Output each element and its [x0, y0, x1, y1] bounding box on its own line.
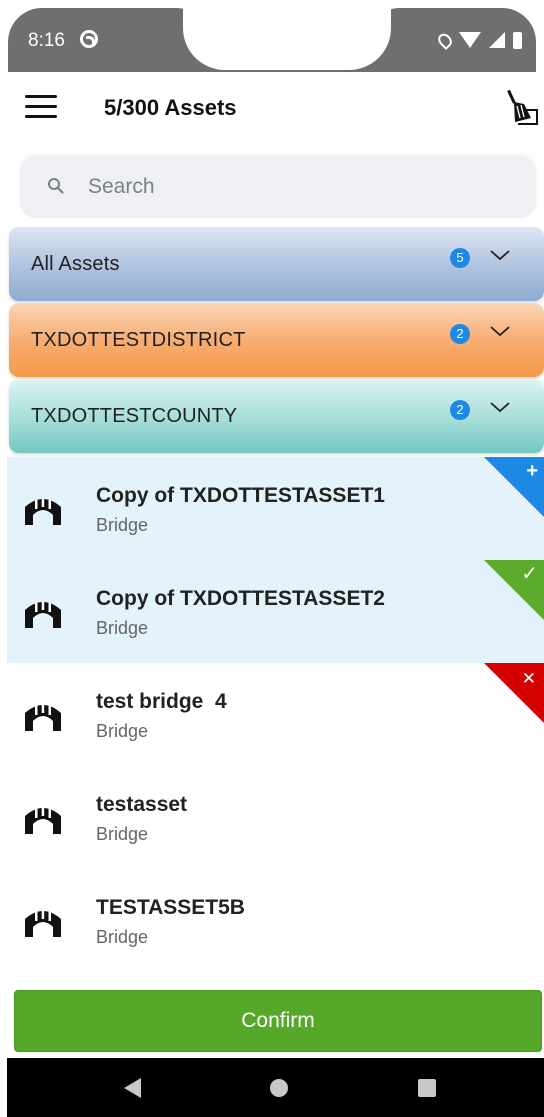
close-icon: ✕: [521, 669, 536, 688]
bridge-icon: [25, 498, 61, 525]
location-icon: [435, 30, 455, 50]
list-item[interactable]: TESTASSET5B Bridge: [7, 869, 544, 972]
check-icon: ✓: [521, 563, 538, 585]
signal-icon: [489, 32, 505, 48]
list-item[interactable]: test bridge 4 Bridge ✕: [7, 663, 544, 766]
group-label: TXDOTTESTDISTRICT: [31, 329, 246, 351]
battery-icon: [513, 31, 522, 49]
asset-type: Bridge: [96, 721, 149, 741]
asset-name: test bridge 4: [96, 690, 227, 713]
bridge-icon: [25, 910, 61, 937]
list-item[interactable]: testasset Bridge: [7, 766, 544, 869]
group-label: TXDOTTESTCOUNTY: [31, 405, 238, 427]
chevron-down-icon[interactable]: [489, 247, 511, 263]
group-label: All Assets: [31, 253, 120, 275]
app-header: 5/300 Assets: [0, 72, 544, 146]
camera-notch: [183, 0, 391, 70]
bridge-icon: [25, 704, 61, 731]
bridge-icon: [25, 601, 61, 628]
list-item[interactable]: Copy of TXDOTTESTASSET1 Bridge +: [7, 457, 544, 560]
group-all-assets[interactable]: All Assets 5: [9, 227, 544, 301]
wifi-icon: [459, 32, 481, 48]
asset-name: Copy of TXDOTTESTASSET1: [96, 484, 385, 507]
recent-apps-icon[interactable]: [418, 1079, 436, 1097]
confirm-button[interactable]: Confirm: [14, 990, 542, 1052]
search-icon: [48, 178, 64, 194]
status-icons: [435, 30, 522, 50]
search-box: [20, 156, 536, 218]
asset-type: Bridge: [96, 515, 149, 535]
back-icon[interactable]: [124, 1078, 141, 1098]
count-badge: 5: [450, 248, 470, 268]
bridge-icon: [25, 807, 61, 834]
asset-name: TESTASSET5B: [96, 896, 245, 919]
asset-type: Bridge: [96, 618, 149, 638]
status-bar: 8:16: [0, 0, 544, 72]
count-badge: 2: [450, 400, 470, 420]
chevron-down-icon[interactable]: [489, 399, 511, 415]
search-input[interactable]: [88, 156, 508, 218]
status-time: 8:16: [28, 30, 65, 51]
system-nav-bar: [7, 1058, 544, 1117]
plus-icon: +: [526, 460, 538, 482]
list-item[interactable]: Copy of TXDOTTESTASSET2 Bridge ✓: [7, 560, 544, 663]
asset-type: Bridge: [96, 824, 149, 844]
asset-name: Copy of TXDOTTESTASSET2: [96, 587, 385, 610]
page-title: 5/300 Assets: [104, 95, 237, 120]
group-county[interactable]: TXDOTTESTCOUNTY 2: [9, 379, 544, 453]
sync-icon: [80, 30, 98, 48]
broom-icon[interactable]: [504, 88, 540, 128]
group-district[interactable]: TXDOTTESTDISTRICT 2: [9, 303, 544, 377]
count-badge: 2: [450, 324, 470, 344]
asset-type: Bridge: [96, 927, 149, 947]
chevron-down-icon[interactable]: [489, 323, 511, 339]
home-icon[interactable]: [270, 1079, 288, 1097]
asset-name: testasset: [96, 793, 188, 816]
menu-icon[interactable]: [25, 95, 57, 119]
